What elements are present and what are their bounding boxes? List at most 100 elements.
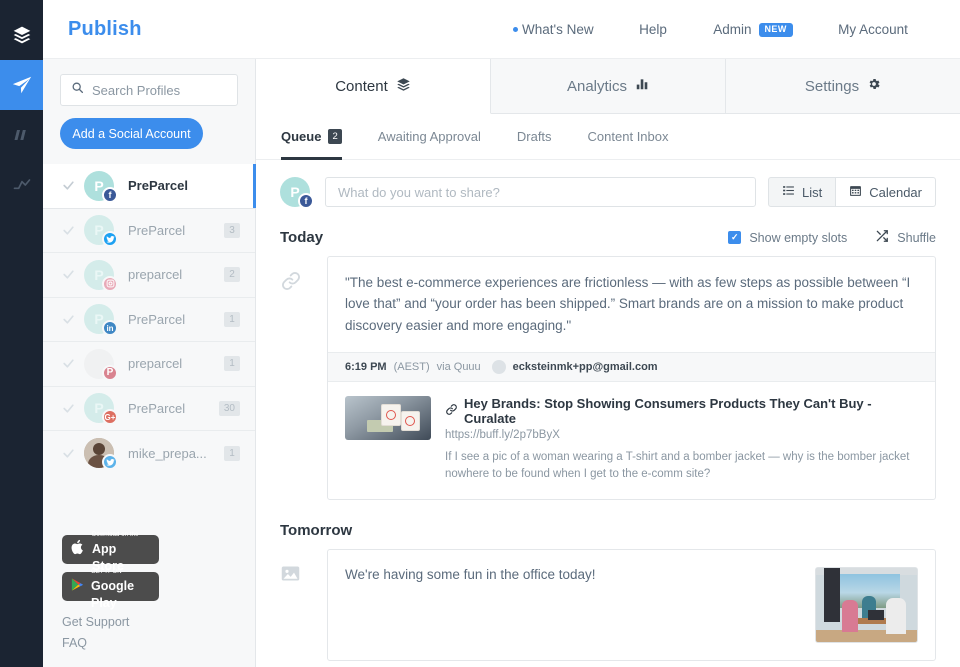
analyze-icon <box>12 175 32 195</box>
profile-count: 3 <box>224 223 240 238</box>
google-play-badge[interactable]: GET IT ON Google Play <box>62 572 159 601</box>
nav-link-my-account[interactable]: My Account <box>838 22 908 37</box>
check-icon[interactable] <box>54 179 82 192</box>
facebook-icon: f <box>298 193 314 209</box>
composer-row: P f What do you want to share? <box>256 160 936 207</box>
avatar: P <box>84 215 114 245</box>
subtab-content-inbox[interactable]: Content Inbox <box>588 114 669 160</box>
check-icon[interactable] <box>54 447 82 460</box>
check-icon[interactable] <box>54 357 82 370</box>
faq-link[interactable]: FAQ <box>62 636 255 650</box>
tab-analytics[interactable]: Analytics <box>491 59 726 114</box>
avatar: P f <box>84 171 114 201</box>
composer-placeholder: What do you want to share? <box>338 185 500 200</box>
rail-item-reply[interactable] <box>0 110 43 160</box>
avatar: P <box>84 349 114 379</box>
post-text: We're having some fun in the office toda… <box>345 567 815 643</box>
subtab-drafts[interactable]: Drafts <box>517 114 552 160</box>
post-attached-image <box>815 567 918 643</box>
rail-item-publish[interactable] <box>0 60 43 110</box>
subtab-drafts-label: Drafts <box>517 129 552 144</box>
nav-item-whats-new[interactable]: What's New <box>513 22 618 37</box>
google-play-badge-text: GET IT ON Google Play <box>91 561 151 611</box>
layers-icon <box>396 77 411 96</box>
link-preview[interactable]: Hey Brands: Stop Showing Consumers Produ… <box>328 382 935 500</box>
tab-settings-label: Settings <box>805 78 859 95</box>
apple-icon <box>70 538 86 561</box>
google-play-icon <box>70 576 85 598</box>
post-tomorrow: We're having some fun in the office toda… <box>256 549 936 661</box>
app-store-badge-top: Download on the <box>92 532 139 538</box>
profile-name: PreParcel <box>128 401 185 416</box>
image-icon <box>280 563 301 661</box>
post-today: "The best e-commerce experiences are fri… <box>256 256 936 500</box>
day-label: Today <box>280 229 323 246</box>
nav-link-whats-new[interactable]: What's New <box>522 22 594 37</box>
tab-settings[interactable]: Settings <box>726 59 960 114</box>
nav-item-my-account[interactable]: My Account <box>818 22 928 37</box>
profile-row-googleplus[interactable]: P G+ PreParcel 30 <box>43 387 255 432</box>
google-play-badge-top: GET IT ON <box>91 569 122 575</box>
calendar-view-label: Calendar <box>869 185 922 200</box>
avatar: P G+ <box>84 393 114 423</box>
top-header: Publish What's New Help Admin NEW My Acc… <box>43 0 960 59</box>
get-support-link[interactable]: Get Support <box>62 615 255 629</box>
profiles-sidebar: Search Profiles Add a Social Account P f… <box>43 59 256 667</box>
post-text: "The best e-commerce experiences are fri… <box>328 257 935 352</box>
profile-row-instagram[interactable]: P preparcel 2 <box>43 253 255 298</box>
calendar-icon <box>849 184 862 200</box>
show-empty-slots-toggle[interactable]: ✓ Show empty slots <box>728 231 847 245</box>
post-card[interactable]: "The best e-commerce experiences are fri… <box>327 256 936 500</box>
profile-name: PreParcel <box>128 178 188 193</box>
profile-row-linkedin[interactable]: P in PreParcel 1 <box>43 298 255 343</box>
profile-row-twitter[interactable]: P PreParcel 3 <box>43 209 255 254</box>
subtab-content-inbox-label: Content Inbox <box>588 129 669 144</box>
nav-link-help[interactable]: Help <box>639 22 667 37</box>
check-icon[interactable] <box>54 268 82 281</box>
tab-analytics-label: Analytics <box>567 78 627 95</box>
check-icon[interactable] <box>54 402 82 415</box>
bar-chart-icon <box>635 77 649 95</box>
search-icon <box>71 81 84 99</box>
profile-count: 1 <box>224 446 240 461</box>
sidebar-footer: Download on the App Store <box>43 535 255 667</box>
main-panel: Content Analytics <box>256 59 960 667</box>
calendar-view-button[interactable]: Calendar <box>836 177 936 207</box>
rail-item-layers[interactable] <box>0 10 43 60</box>
composer-avatar: P f <box>280 177 310 207</box>
profile-row-twitter-mike[interactable]: mike_prepa... 1 <box>43 431 255 476</box>
nav-item-help[interactable]: Help <box>618 22 688 37</box>
post-card[interactable]: We're having some fun in the office toda… <box>327 549 936 661</box>
search-profiles-input[interactable]: Search Profiles <box>60 74 238 106</box>
post-type-icon-wrap <box>280 256 327 500</box>
list-view-button[interactable]: List <box>768 177 836 207</box>
check-icon[interactable] <box>54 313 82 326</box>
nav-link-admin[interactable]: Admin <box>713 22 751 37</box>
profile-row-pinterest[interactable]: P preparcel 1 <box>43 342 255 387</box>
link-preview-description: If I see a pic of a woman wearing a T-sh… <box>445 449 918 484</box>
app-store-badge[interactable]: Download on the App Store <box>62 535 159 564</box>
shuffle-button[interactable]: Shuffle <box>875 229 936 246</box>
checkbox-icon[interactable]: ✓ <box>728 231 741 244</box>
tab-content-label: Content <box>335 78 388 95</box>
rail-item-analyze[interactable] <box>0 160 43 210</box>
composer-input[interactable]: What do you want to share? <box>325 177 756 207</box>
list-view-label: List <box>802 185 822 200</box>
check-icon[interactable] <box>54 224 82 237</box>
twitter-icon <box>102 231 118 247</box>
app-body: Search Profiles Add a Social Account P f… <box>43 59 960 667</box>
admin-new-badge: NEW <box>759 23 793 37</box>
avatar <box>84 438 114 468</box>
day-controls: ✓ Show empty slots Shuffle <box>728 229 936 246</box>
subtab-awaiting-approval[interactable]: Awaiting Approval <box>378 114 481 160</box>
nav-item-admin[interactable]: Admin NEW <box>688 22 818 37</box>
profile-row-facebook[interactable]: P f PreParcel <box>43 164 255 209</box>
search-placeholder-text: Search Profiles <box>92 83 180 98</box>
paper-plane-icon <box>11 74 33 96</box>
twitter-icon <box>102 454 118 470</box>
subtab-queue[interactable]: Queue 2 <box>281 114 342 160</box>
app-right: Publish What's New Help Admin NEW My Acc… <box>43 0 960 667</box>
day-label: Tomorrow <box>280 522 352 539</box>
tab-content[interactable]: Content <box>256 59 491 114</box>
add-social-account-button[interactable]: Add a Social Account <box>60 118 203 149</box>
